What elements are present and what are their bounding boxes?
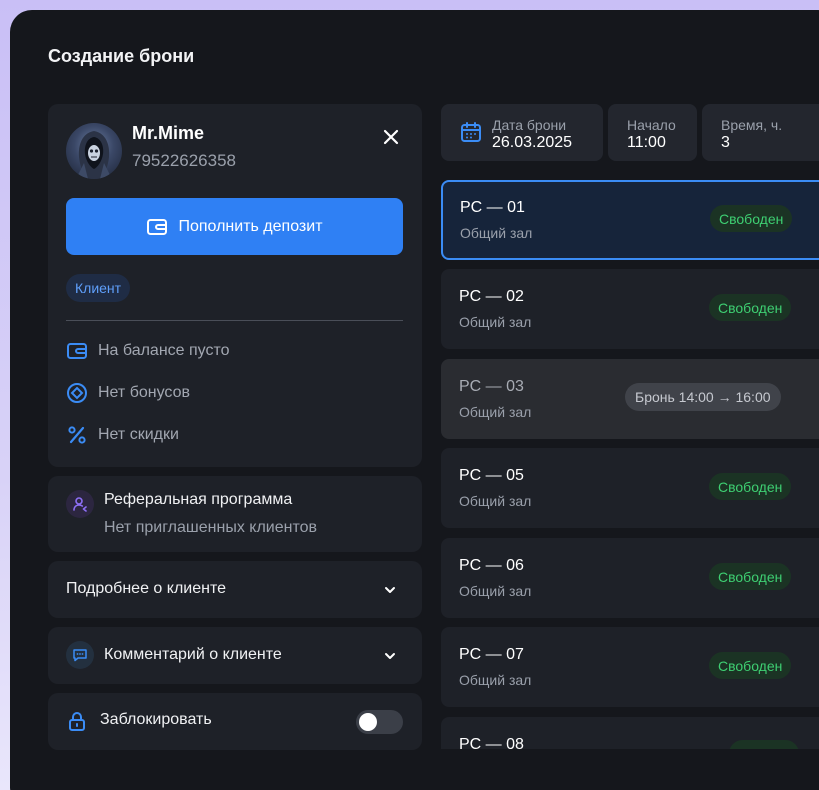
block-client-label: Заблокировать <box>100 711 212 728</box>
referral-title: Реферальная программа <box>104 491 293 508</box>
status-badge <box>729 740 799 749</box>
block-client-toggle[interactable] <box>356 710 403 734</box>
pc-zone: Общий зал <box>459 404 532 420</box>
close-icon[interactable] <box>378 124 404 150</box>
bonus-text: Нет бонусов <box>98 384 190 401</box>
pc-name: PC — 06 <box>459 557 524 574</box>
client-phone: 79522626358 <box>132 151 237 170</box>
percent-icon <box>68 426 86 444</box>
status-badge: Свободен <box>709 652 792 679</box>
hooded-figure-icon <box>76 131 112 179</box>
booked-badge: Бронь 14:00 → 16:00 <box>625 383 781 411</box>
page-title: Создание брони <box>48 46 195 66</box>
client-name: Mr.Mime <box>132 123 205 143</box>
pc-name: PC — 01 <box>460 199 525 216</box>
pc-item[interactable]: PC — 06 Общий зал Свободен <box>441 538 819 618</box>
pc-item[interactable]: PC — 08 <box>441 717 819 749</box>
chevron-down-icon <box>385 653 395 659</box>
wallet-icon <box>147 218 168 235</box>
booking-window: Создание брони Mr.Mime 79522626358 Попол… <box>10 10 819 790</box>
pc-name: PC — 02 <box>459 288 524 305</box>
avatar <box>66 123 122 179</box>
discount-text: Нет скидки <box>98 426 179 443</box>
pc-zone: Общий зал <box>459 583 532 599</box>
pc-zone: Общий зал <box>459 493 532 509</box>
booking-date-value: 26.03.2025 <box>492 134 573 151</box>
status-badge: Свободен <box>709 563 792 590</box>
referral-card: Реферальная программа Нет приглашенных к… <box>48 476 422 552</box>
client-comment-toggle[interactable]: Комментарий о клиенте <box>48 627 422 684</box>
start-time-label: Начало <box>627 117 676 133</box>
lock-icon <box>69 712 85 731</box>
pc-item[interactable]: PC — 03 Общий зал Бронь 14:00 → 16:00 <box>441 359 819 439</box>
status-badge: Свободен <box>709 294 792 321</box>
diamond-coin-icon <box>67 383 87 403</box>
calendar-icon <box>461 122 481 142</box>
divider <box>66 320 403 321</box>
pc-item[interactable]: PC — 07 Общий зал Свободен <box>441 627 819 707</box>
referral-subtitle: Нет приглашенных клиентов <box>104 519 317 536</box>
duration-value: 3 <box>721 134 730 151</box>
booking-date-field[interactable]: Дата брони 26.03.2025 <box>441 104 603 161</box>
top-up-deposit-button[interactable]: Пополнить депозит <box>66 198 403 255</box>
pc-name: PC — 03 <box>459 378 524 395</box>
discount-stat: Нет скидки <box>66 424 179 446</box>
pc-item[interactable]: PC — 05 Общий зал Свободен <box>441 448 819 528</box>
pc-item[interactable]: PC — 01 Общий зал Свободен <box>441 180 819 260</box>
pc-item[interactable]: PC — 02 Общий зал Свободен <box>441 269 819 349</box>
client-role-badge: Клиент <box>66 274 131 302</box>
top-up-deposit-label: Пополнить депозит <box>178 217 323 235</box>
status-badge: Свободен <box>710 205 793 232</box>
client-card: Mr.Mime 79522626358 Пополнить депозит Кл… <box>48 104 422 467</box>
chevron-down-icon <box>385 587 395 593</box>
duration-field[interactable]: Время, ч. 3 <box>702 104 819 161</box>
pc-zone: Общий зал <box>459 314 532 330</box>
toggle-knob <box>359 713 377 731</box>
client-comment-label: Комментарий о клиенте <box>104 646 282 663</box>
user-referral-icon <box>66 490 94 518</box>
balance-stat: На балансе пусто <box>66 340 230 362</box>
pc-name: PC — 05 <box>459 467 524 484</box>
pc-name: PC — 07 <box>459 646 524 663</box>
bonus-stat: Нет бонусов <box>66 382 190 404</box>
status-badge: Свободен <box>709 473 792 500</box>
pc-zone: Общий зал <box>460 225 533 241</box>
pc-name: PC — 08 <box>459 736 524 749</box>
client-details-toggle[interactable]: Подробнее о клиенте <box>48 561 422 618</box>
client-details-label: Подробнее о клиенте <box>66 580 226 597</box>
duration-label: Время, ч. <box>721 117 783 133</box>
start-time-value: 11:00 <box>627 134 666 151</box>
balance-text: На балансе пусто <box>98 342 230 359</box>
start-time-field[interactable]: Начало 11:00 <box>608 104 697 161</box>
wallet-icon <box>67 343 87 359</box>
booking-date-label: Дата брони <box>492 117 567 133</box>
block-client-row: Заблокировать <box>48 693 422 750</box>
pc-list: PC — 01 Общий зал Свободен PC — 02 Общий… <box>441 180 819 749</box>
pc-zone: Общий зал <box>459 672 532 688</box>
comment-icon <box>66 641 94 669</box>
